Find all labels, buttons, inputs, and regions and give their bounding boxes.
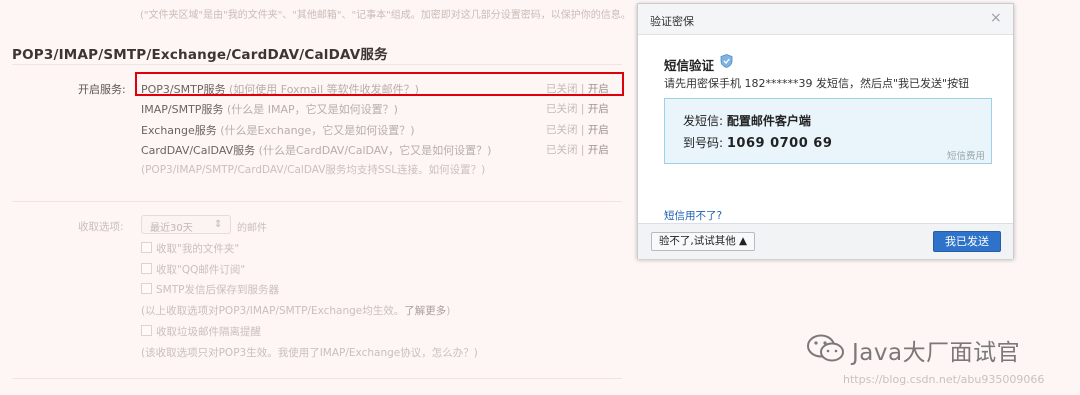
service-help-link[interactable]: (什么是Exchange，它又是如何设置？) xyxy=(220,124,414,137)
highlight-annotation-box xyxy=(135,72,624,96)
enable-service-link[interactable]: 开启 xyxy=(588,124,609,136)
dialog-title: 验证密保 xyxy=(650,15,694,28)
select-arrow-icon: ⇕ xyxy=(214,219,223,230)
receive-note: (以上收取选项对POP3/IMAP/SMTP/Exchange均生效。了解更多) xyxy=(141,303,450,318)
sms-number: 1069 0700 69 xyxy=(726,136,833,151)
receive-note-text: (以上收取选项对POP3/IMAP/SMTP/Exchange均生效。 xyxy=(141,305,405,317)
checkbox-label: 收取垃圾邮件隔离提醒 xyxy=(156,326,261,338)
service-name: IMAP/SMTP服务 xyxy=(141,103,224,116)
checkbox-label: 收取"我的文件夹" xyxy=(156,243,240,255)
checkbox-label: SMTP发信后保存到服务器 xyxy=(156,284,279,296)
status-separator: | xyxy=(580,103,585,115)
close-icon[interactable]: × xyxy=(990,10,1002,26)
status-separator: | xyxy=(580,124,585,136)
checkbox-box[interactable] xyxy=(141,325,152,336)
checkbox-box[interactable] xyxy=(141,283,152,294)
learn-more-link[interactable]: 了解更多 xyxy=(404,305,446,317)
verify-security-dialog: 验证密保 × 短信验证 请先用密保手机 182******39 发短信，然后点"… xyxy=(637,3,1014,259)
service-status: 已关闭 | 开启 xyxy=(546,101,609,116)
watermark-text: Java大厂面试官 xyxy=(852,340,1021,366)
section-divider xyxy=(12,201,622,202)
dialog-header: 验证密保 × xyxy=(638,4,1013,35)
sms-info-box: 发短信: 配置邮件客户端 到号码: 1069 0700 69 短信费用 xyxy=(664,98,992,164)
receive-suffix: 的邮件 xyxy=(237,223,267,234)
receive-options-label: 收取选项: xyxy=(78,221,124,233)
watermark-url: https://blog.csdn.net/abu935009066 xyxy=(843,373,1045,386)
service-label: 开启服务: xyxy=(78,83,126,96)
checkbox-box[interactable] xyxy=(141,263,152,274)
send-prefix: 发短信: xyxy=(683,114,724,128)
shield-icon xyxy=(720,54,733,68)
checkbox-box[interactable] xyxy=(141,242,152,253)
try-other-method-button[interactable]: 验不了,试试其他 ▲ xyxy=(651,232,755,251)
section-divider xyxy=(12,64,622,65)
section-title: POP3/IMAP/SMTP/Exchange/CardDAV/CalDAV服务 xyxy=(12,47,388,63)
dialog-footer: 验不了,试试其他 ▲ 我已发送 xyxy=(638,223,1013,259)
service-help-link[interactable]: (什么是 IMAP，它又是如何设置？) xyxy=(227,103,398,116)
checkbox-smtp-save[interactable]: SMTP发信后保存到服务器 xyxy=(141,282,279,297)
status-off: 已关闭 xyxy=(546,103,578,115)
to-prefix: 到号码: xyxy=(683,136,724,150)
already-sent-button[interactable]: 我已发送 xyxy=(933,231,1001,252)
send-text-line: 发短信: 配置邮件客户端 xyxy=(683,112,811,129)
status-off: 已关闭 xyxy=(546,124,578,136)
checkbox-my-folders[interactable]: 收取"我的文件夹" xyxy=(141,241,239,256)
service-status: 已关闭 | 开启 xyxy=(546,142,609,157)
service-help-link[interactable]: (什么是CardDAV/CalDAV，它又是如何设置？) xyxy=(259,144,492,157)
service-status: 已关闭 | 开启 xyxy=(546,122,609,137)
pop3-only-note[interactable]: (该收取选项只对POP3生效。我使用了IMAP/Exchange协议，怎么办？) xyxy=(141,345,478,360)
receive-note-end: ) xyxy=(446,305,451,317)
section-divider xyxy=(12,378,622,379)
ssl-note: (POP3/IMAP/SMTP/CardDAV/CalDAV服务均支持SSL连接… xyxy=(141,164,486,176)
status-off: 已关闭 xyxy=(546,144,578,156)
checkbox-label: 收取"QQ邮件订阅" xyxy=(156,264,246,276)
receive-range-select[interactable]: 最近30天 ⇕ xyxy=(141,215,231,234)
checkbox-qq-subscription[interactable]: 收取"QQ邮件订阅" xyxy=(141,262,245,277)
sms-instruction: 请先用密保手机 182******39 发短信，然后点"我已发送"按钮 xyxy=(664,77,970,90)
sms-fee-link[interactable]: 短信费用 xyxy=(947,148,985,162)
service-exchange: Exchange服务 (什么是Exchange，它又是如何设置？) xyxy=(141,122,415,138)
enable-service-link[interactable]: 开启 xyxy=(588,103,609,115)
service-name: CardDAV/CalDAV服务 xyxy=(141,144,256,157)
service-name: Exchange服务 xyxy=(141,124,217,137)
enable-service-link[interactable]: 开启 xyxy=(588,144,609,156)
sms-content: 配置邮件客户端 xyxy=(726,114,811,128)
sms-unavailable-link[interactable]: 短信用不了? xyxy=(664,208,722,223)
checkbox-spam-alert[interactable]: 收取垃圾邮件隔离提醒 xyxy=(141,324,261,339)
service-imap-smtp: IMAP/SMTP服务 (什么是 IMAP，它又是如何设置？) xyxy=(141,101,398,117)
folder-encrypt-note: ("文件夹区域"是由"我的文件夹"、"其他邮箱"、"记事本"组成。加密即对这几部… xyxy=(140,10,631,21)
wechat-icon xyxy=(807,334,844,362)
sms-verify-title: 短信验证 xyxy=(664,58,715,73)
select-value: 最近30天 xyxy=(150,223,193,234)
status-separator: | xyxy=(580,144,585,156)
service-carddav-caldav: CardDAV/CalDAV服务 (什么是CardDAV/CalDAV，它又是如… xyxy=(141,142,491,158)
to-number-line: 到号码: 1069 0700 69 xyxy=(683,134,832,151)
